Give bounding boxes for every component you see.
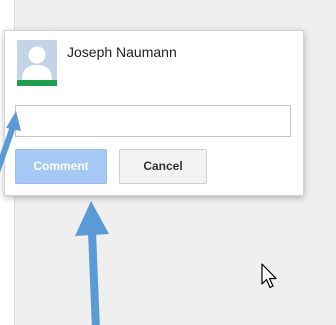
author-avatar	[17, 40, 57, 86]
comment-popup: Joseph Naumann Comment Cancel	[4, 30, 304, 196]
mouse-pointer-icon	[261, 263, 277, 289]
default-user-avatar-icon	[17, 40, 57, 86]
cancel-button[interactable]: Cancel	[119, 149, 207, 184]
comment-input[interactable]	[15, 105, 291, 137]
author-name: Joseph Naumann	[67, 44, 177, 60]
comment-button[interactable]: Comment	[15, 149, 107, 184]
arrow-pointing-to-comment-button	[75, 201, 109, 325]
